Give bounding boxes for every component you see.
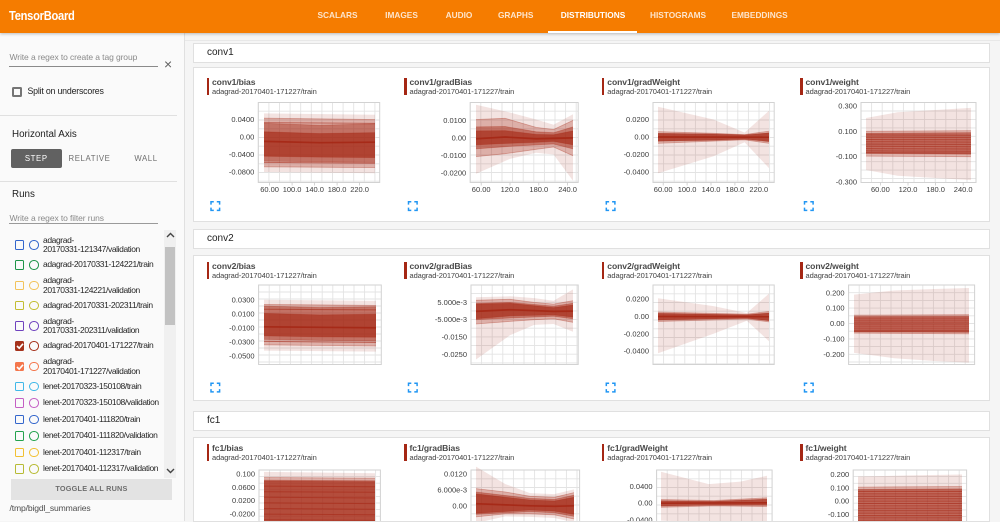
svg-text:-0.0500: -0.0500 [229, 351, 254, 360]
svg-text:0.00: 0.00 [634, 312, 649, 321]
svg-text:0.300: 0.300 [838, 102, 857, 111]
svg-text:0.200: 0.200 [826, 288, 845, 297]
svg-text:-0.300: -0.300 [836, 178, 857, 187]
svg-text:-0.0400: -0.0400 [229, 150, 254, 159]
svg-text:0.0100: 0.0100 [443, 116, 466, 125]
svg-text:0.00: 0.00 [638, 499, 653, 508]
svg-text:-0.100: -0.100 [828, 510, 849, 519]
svg-text:0.00: 0.00 [452, 133, 467, 142]
svg-text:0.200: 0.200 [830, 470, 849, 479]
svg-text:0.100: 0.100 [838, 127, 857, 136]
svg-text:120.0: 120.0 [501, 185, 520, 194]
svg-text:0.0120: 0.0120 [444, 470, 467, 479]
svg-text:180.0: 180.0 [726, 185, 745, 194]
svg-text:0.0200: 0.0200 [232, 496, 255, 505]
svg-text:100.0: 100.0 [283, 185, 302, 194]
svg-text:-0.0150: -0.0150 [442, 333, 467, 342]
svg-text:140.0: 140.0 [702, 185, 721, 194]
svg-text:180.0: 180.0 [529, 185, 548, 194]
svg-text:60.00: 60.00 [871, 185, 890, 194]
svg-text:0.100: 0.100 [830, 483, 849, 492]
svg-text:0.0400: 0.0400 [630, 482, 653, 491]
svg-text:0.0400: 0.0400 [231, 115, 254, 124]
svg-text:220.0: 220.0 [350, 185, 369, 194]
svg-text:-0.0200: -0.0200 [441, 168, 466, 177]
svg-text:0.00: 0.00 [634, 133, 649, 142]
svg-text:-0.0100: -0.0100 [441, 151, 466, 160]
svg-text:120.0: 120.0 [899, 185, 918, 194]
svg-text:-0.0250: -0.0250 [442, 350, 467, 359]
svg-text:180.0: 180.0 [926, 185, 945, 194]
svg-text:-0.0800: -0.0800 [229, 168, 254, 177]
svg-text:-0.0200: -0.0200 [230, 509, 255, 518]
svg-text:0.0300: 0.0300 [232, 295, 255, 304]
svg-text:0.100: 0.100 [236, 470, 255, 479]
svg-text:-0.100: -0.100 [836, 152, 857, 161]
svg-text:-0.0200: -0.0200 [624, 150, 649, 159]
svg-text:0.00: 0.00 [830, 319, 845, 328]
svg-text:240.0: 240.0 [954, 185, 973, 194]
svg-text:-5.000e-3: -5.000e-3 [435, 315, 467, 324]
svg-text:5.000e-3: 5.000e-3 [437, 298, 467, 307]
svg-text:-0.0300: -0.0300 [229, 337, 254, 346]
svg-text:240.0: 240.0 [558, 185, 577, 194]
svg-text:-0.0100: -0.0100 [229, 323, 254, 332]
svg-text:0.0100: 0.0100 [232, 309, 255, 318]
svg-text:0.0200: 0.0200 [626, 295, 649, 304]
svg-text:60.00: 60.00 [472, 185, 491, 194]
svg-text:220.0: 220.0 [749, 185, 768, 194]
svg-text:6.000e-3: 6.000e-3 [437, 485, 467, 494]
svg-text:100.0: 100.0 [678, 185, 697, 194]
svg-text:140.0: 140.0 [305, 185, 324, 194]
svg-text:60.00: 60.00 [654, 185, 673, 194]
svg-text:-0.100: -0.100 [823, 335, 844, 344]
svg-text:60.00: 60.00 [260, 185, 279, 194]
svg-text:-0.0400: -0.0400 [624, 347, 649, 356]
svg-text:0.0200: 0.0200 [626, 115, 649, 124]
svg-text:-0.0200: -0.0200 [624, 329, 649, 338]
svg-text:0.100: 0.100 [826, 304, 845, 313]
svg-text:0.00: 0.00 [835, 497, 850, 506]
svg-text:0.0600: 0.0600 [232, 483, 255, 492]
svg-text:0.00: 0.00 [240, 133, 255, 142]
svg-text:-0.200: -0.200 [823, 350, 844, 359]
svg-text:-0.0400: -0.0400 [624, 168, 649, 177]
svg-text:180.0: 180.0 [328, 185, 347, 194]
svg-text:0.00: 0.00 [452, 501, 467, 510]
